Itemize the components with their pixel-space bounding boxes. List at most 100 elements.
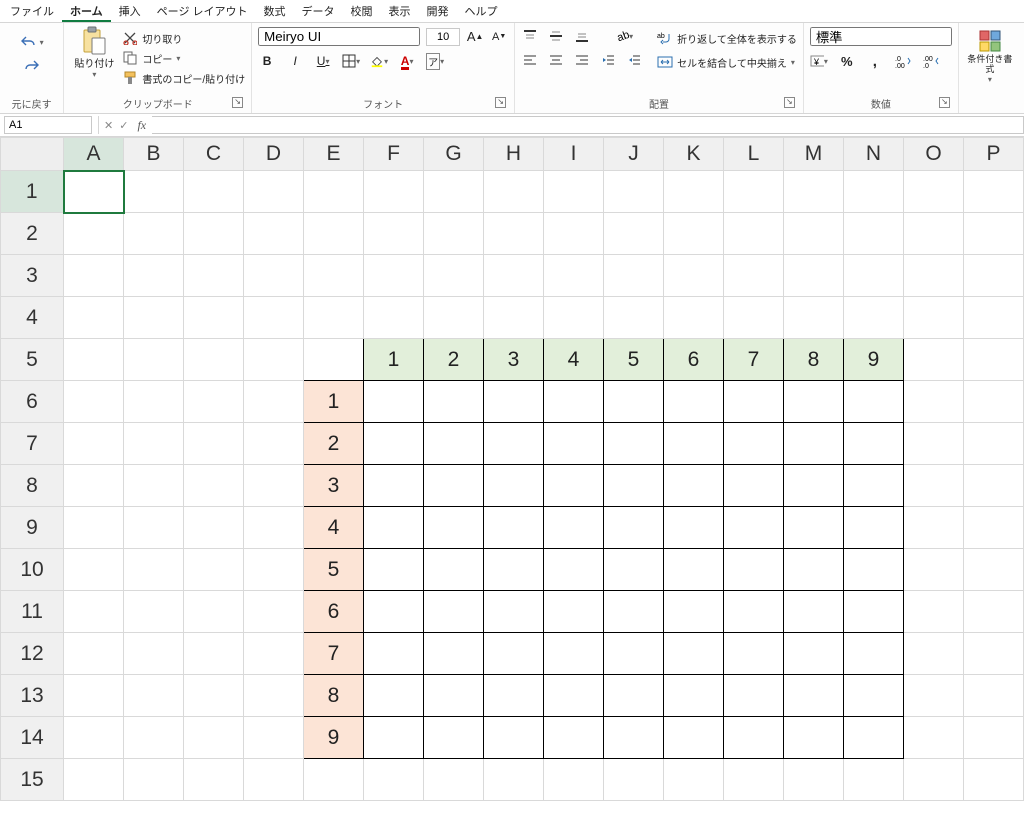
cell-D9[interactable] <box>244 507 304 549</box>
cut-button[interactable]: 切り取り <box>122 29 245 47</box>
cell-C7[interactable] <box>184 423 244 465</box>
cell-J7[interactable] <box>604 423 664 465</box>
number-launcher-icon[interactable]: ↘ <box>939 97 950 108</box>
cell-N11[interactable] <box>844 591 904 633</box>
cell-C3[interactable] <box>184 255 244 297</box>
cell-H10[interactable] <box>484 549 544 591</box>
cell-B6[interactable] <box>124 381 184 423</box>
row-header-12[interactable]: 12 <box>1 633 64 675</box>
cell-C11[interactable] <box>184 591 244 633</box>
cell-E15[interactable] <box>304 759 364 801</box>
cell-D6[interactable] <box>244 381 304 423</box>
cell-J3[interactable] <box>604 255 664 297</box>
row-header-7[interactable]: 7 <box>1 423 64 465</box>
cell-L2[interactable] <box>724 213 784 255</box>
row-header-2[interactable]: 2 <box>1 213 64 255</box>
cell-F2[interactable] <box>364 213 424 255</box>
cell-F1[interactable] <box>364 171 424 213</box>
cell-D3[interactable] <box>244 255 304 297</box>
cell-C2[interactable] <box>184 213 244 255</box>
align-left-icon[interactable] <box>521 51 539 69</box>
cell-B1[interactable] <box>124 171 184 213</box>
cell-M11[interactable] <box>784 591 844 633</box>
menu-item-9[interactable]: ヘルプ <box>457 0 506 22</box>
cell-D1[interactable] <box>244 171 304 213</box>
cell-E10[interactable]: 5 <box>304 549 364 591</box>
cell-I7[interactable] <box>544 423 604 465</box>
cell-B4[interactable] <box>124 297 184 339</box>
cell-H14[interactable] <box>484 717 544 759</box>
merge-center-button[interactable]: セルを結合して中央揃え <box>657 53 797 71</box>
menu-item-4[interactable]: 数式 <box>256 0 294 22</box>
cell-M12[interactable] <box>784 633 844 675</box>
name-box[interactable] <box>4 116 92 134</box>
cell-G1[interactable] <box>424 171 484 213</box>
cell-B14[interactable] <box>124 717 184 759</box>
cell-K7[interactable] <box>664 423 724 465</box>
cell-J6[interactable] <box>604 381 664 423</box>
cell-A12[interactable] <box>64 633 124 675</box>
cell-F11[interactable] <box>364 591 424 633</box>
cell-M9[interactable] <box>784 507 844 549</box>
cell-K10[interactable] <box>664 549 724 591</box>
cell-I10[interactable] <box>544 549 604 591</box>
cell-N13[interactable] <box>844 675 904 717</box>
bold-button[interactable]: B <box>258 52 276 70</box>
cell-H15[interactable] <box>484 759 544 801</box>
cell-M3[interactable] <box>784 255 844 297</box>
cell-J8[interactable] <box>604 465 664 507</box>
cell-E3[interactable] <box>304 255 364 297</box>
cell-F3[interactable] <box>364 255 424 297</box>
copy-button[interactable]: コピー <box>122 49 245 67</box>
col-header-E[interactable]: E <box>304 138 364 171</box>
cell-B3[interactable] <box>124 255 184 297</box>
cell-N3[interactable] <box>844 255 904 297</box>
cell-H13[interactable] <box>484 675 544 717</box>
cell-N15[interactable] <box>844 759 904 801</box>
cell-O10[interactable] <box>904 549 964 591</box>
cell-G14[interactable] <box>424 717 484 759</box>
cell-D4[interactable] <box>244 297 304 339</box>
clipboard-launcher-icon[interactable]: ↘ <box>232 97 243 108</box>
comma-button[interactable]: , <box>866 52 884 70</box>
cell-G10[interactable] <box>424 549 484 591</box>
cell-D2[interactable] <box>244 213 304 255</box>
cell-L8[interactable] <box>724 465 784 507</box>
cell-B5[interactable] <box>124 339 184 381</box>
cell-N8[interactable] <box>844 465 904 507</box>
cell-D7[interactable] <box>244 423 304 465</box>
font-size-select[interactable] <box>426 28 460 46</box>
cell-C6[interactable] <box>184 381 244 423</box>
cell-L6[interactable] <box>724 381 784 423</box>
cell-O7[interactable] <box>904 423 964 465</box>
cell-G9[interactable] <box>424 507 484 549</box>
cell-L15[interactable] <box>724 759 784 801</box>
col-header-P[interactable]: P <box>964 138 1024 171</box>
cell-N1[interactable] <box>844 171 904 213</box>
cell-I4[interactable] <box>544 297 604 339</box>
cell-F10[interactable] <box>364 549 424 591</box>
cell-M6[interactable] <box>784 381 844 423</box>
cell-I12[interactable] <box>544 633 604 675</box>
cell-D13[interactable] <box>244 675 304 717</box>
row-header-4[interactable]: 4 <box>1 297 64 339</box>
cell-B7[interactable] <box>124 423 184 465</box>
cell-F5[interactable]: 1 <box>364 339 424 381</box>
cell-P9[interactable] <box>964 507 1024 549</box>
cell-A9[interactable] <box>64 507 124 549</box>
menu-item-7[interactable]: 表示 <box>381 0 419 22</box>
cell-B12[interactable] <box>124 633 184 675</box>
cell-N2[interactable] <box>844 213 904 255</box>
cell-P5[interactable] <box>964 339 1024 381</box>
border-button[interactable] <box>342 52 360 70</box>
cell-M15[interactable] <box>784 759 844 801</box>
cell-E13[interactable]: 8 <box>304 675 364 717</box>
cell-H1[interactable] <box>484 171 544 213</box>
conditional-formatting-button[interactable]: 条件付き書式 <box>965 27 1015 84</box>
cell-G4[interactable] <box>424 297 484 339</box>
cell-E6[interactable]: 1 <box>304 381 364 423</box>
cell-C10[interactable] <box>184 549 244 591</box>
cell-I3[interactable] <box>544 255 604 297</box>
cell-H9[interactable] <box>484 507 544 549</box>
cell-F4[interactable] <box>364 297 424 339</box>
